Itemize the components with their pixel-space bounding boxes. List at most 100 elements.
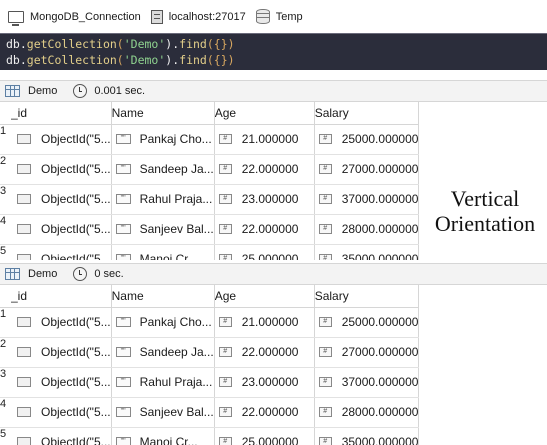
code-line[interactable]: db.getCollection('Demo').find({}) xyxy=(0,36,547,52)
column-header-age[interactable]: Age xyxy=(214,102,315,125)
table-row[interactable]: 4 ObjectId("5... "" Sanjeev Bal... #22.00… xyxy=(0,214,420,245)
id-cell[interactable]: ObjectId("5... xyxy=(11,307,112,338)
cell-value: Pankaj Cho... xyxy=(139,132,212,146)
age-cell[interactable]: #25.000000 xyxy=(214,427,315,445)
column-header-age[interactable]: Age xyxy=(214,285,315,308)
age-cell[interactable]: #22.000000 xyxy=(214,154,315,185)
name-cell[interactable]: "" Sandeep Ja... xyxy=(111,154,215,185)
database-item[interactable]: Temp xyxy=(255,9,303,24)
name-cell[interactable]: "" Pankaj Cho... xyxy=(111,307,215,338)
connection-host-item[interactable]: localhost:27017 xyxy=(150,9,246,24)
number-icon: # xyxy=(318,407,332,417)
table-row[interactable]: 1 ObjectId("5... "" Pankaj Cho... #21.000… xyxy=(0,307,420,338)
salary-cell[interactable]: #35000.000000 xyxy=(314,427,420,445)
salary-cell[interactable]: #37000.000000 xyxy=(314,367,420,398)
number-icon: # xyxy=(218,377,232,387)
age-cell[interactable]: #25.000000 xyxy=(214,244,315,260)
table-header-row: _id Name Age Salary xyxy=(0,285,420,308)
column-header-name[interactable]: Name xyxy=(111,285,215,308)
cell-value: 22.000000 xyxy=(241,222,299,236)
table-row[interactable]: 2 ObjectId("5... "" Sandeep Ja... #22.000… xyxy=(0,337,420,368)
id-cell[interactable]: ObjectId("5... xyxy=(11,214,112,245)
row-number: 1 xyxy=(0,124,11,155)
table-row[interactable]: 4 ObjectId("5... "" Sanjeev Bal... #22.00… xyxy=(0,397,420,428)
id-cell[interactable]: ObjectId("5... xyxy=(11,337,112,368)
age-cell[interactable]: #23.000000 xyxy=(214,367,315,398)
salary-cell[interactable]: #37000.000000 xyxy=(314,184,420,215)
query-editor[interactable]: db.getCollection('Demo').find({}) db.get… xyxy=(0,33,547,70)
name-cell[interactable]: "" Rahul Praja... xyxy=(111,367,215,398)
column-header-salary[interactable]: Salary xyxy=(314,285,420,308)
table-row[interactable]: 1 ObjectId("5... "" Pankaj Cho... #21.000… xyxy=(0,124,420,155)
table-row[interactable]: 5 ObjectId("5... "" Manoj Cr... #25.00000… xyxy=(0,244,420,260)
name-cell[interactable]: "" Sanjeev Bal... xyxy=(111,397,215,428)
clock-icon xyxy=(73,84,88,98)
name-cell[interactable]: "" Pankaj Cho... xyxy=(111,124,215,155)
salary-cell[interactable]: #25000.000000 xyxy=(314,124,420,155)
number-icon: # xyxy=(218,164,232,174)
id-cell[interactable]: ObjectId("5... xyxy=(11,124,112,155)
table-row[interactable]: 5 ObjectId("5... "" Manoj Cr... #25.00000… xyxy=(0,427,420,445)
column-header-id[interactable]: _id xyxy=(11,102,112,125)
string-icon: "" xyxy=(115,347,131,357)
name-cell[interactable]: "" Manoj Cr... xyxy=(111,244,215,260)
cell-value: 22.000000 xyxy=(241,162,299,176)
query-time: 0 sec. xyxy=(94,268,124,280)
column-header-name[interactable]: Name xyxy=(111,102,215,125)
code-token: db. xyxy=(6,37,27,51)
number-icon: # xyxy=(318,254,332,260)
salary-cell[interactable]: #28000.000000 xyxy=(314,397,420,428)
age-cell[interactable]: #23.000000 xyxy=(214,184,315,215)
salary-cell[interactable]: #25000.000000 xyxy=(314,307,420,338)
number-icon: # xyxy=(218,134,232,144)
cell-value: ObjectId("5... xyxy=(41,375,111,389)
connection-name-item[interactable]: MongoDB_Connection xyxy=(0,10,141,26)
age-cell[interactable]: #22.000000 xyxy=(214,214,315,245)
age-cell[interactable]: #21.000000 xyxy=(214,307,315,338)
id-cell[interactable]: ObjectId("5... xyxy=(11,427,112,445)
id-cell[interactable]: ObjectId("5... xyxy=(11,367,112,398)
cell-value: 28000.000000 xyxy=(341,405,419,419)
table-header-row: _id Name Age Salary xyxy=(0,102,420,125)
age-cell[interactable]: #22.000000 xyxy=(214,397,315,428)
cell-value: 25000.000000 xyxy=(341,315,419,329)
number-icon: # xyxy=(318,317,332,327)
number-icon: # xyxy=(318,224,332,234)
string-icon: "" xyxy=(115,164,131,174)
id-cell[interactable]: ObjectId("5... xyxy=(11,154,112,185)
table-row[interactable]: 3 ObjectId("5... "" Rahul Praja... #23.00… xyxy=(0,367,420,398)
age-cell[interactable]: #22.000000 xyxy=(214,337,315,368)
cell-value: 27000.000000 xyxy=(341,162,419,176)
connection-bar: MongoDB_Connection localhost:27017 Temp xyxy=(0,0,547,33)
name-cell[interactable]: "" Rahul Praja... xyxy=(111,184,215,215)
number-icon: # xyxy=(218,254,232,260)
salary-cell[interactable]: #27000.000000 xyxy=(314,154,420,185)
name-cell[interactable]: "" Manoj Cr... xyxy=(111,427,215,445)
column-header-id[interactable]: _id xyxy=(11,285,112,308)
connection-host: localhost:27017 xyxy=(168,10,246,23)
salary-cell[interactable]: #27000.000000 xyxy=(314,337,420,368)
number-icon: # xyxy=(218,407,232,417)
salary-cell[interactable]: #35000.000000 xyxy=(314,244,420,260)
name-cell[interactable]: "" Sanjeev Bal... xyxy=(111,214,215,245)
object-icon xyxy=(17,437,31,445)
salary-cell[interactable]: #28000.000000 xyxy=(314,214,420,245)
string-icon: "" xyxy=(115,407,131,417)
table-row[interactable]: 2 ObjectId("5... "" Sandeep Ja... #22.000… xyxy=(0,154,420,185)
cell-value: ObjectId("5... xyxy=(41,315,111,329)
code-token: 'Demo' xyxy=(123,37,166,51)
id-cell[interactable]: ObjectId("5... xyxy=(11,184,112,215)
table-row[interactable]: 3 ObjectId("5... "" Rahul Praja... #23.00… xyxy=(0,184,420,215)
row-number: 4 xyxy=(0,214,11,245)
number-icon: # xyxy=(218,347,232,357)
column-header-salary[interactable]: Salary xyxy=(314,102,420,125)
name-cell[interactable]: "" Sandeep Ja... xyxy=(111,337,215,368)
orientation-annotation: Vertical Orientation xyxy=(434,186,536,236)
cell-value: 35000.000000 xyxy=(341,252,419,260)
string-icon: "" xyxy=(115,317,131,327)
age-cell[interactable]: #21.000000 xyxy=(214,124,315,155)
id-cell[interactable]: ObjectId("5... xyxy=(11,244,112,260)
cell-value: Sandeep Ja... xyxy=(139,162,214,176)
id-cell[interactable]: ObjectId("5... xyxy=(11,397,112,428)
code-line[interactable]: db.getCollection('Demo').find({}) xyxy=(0,52,547,68)
